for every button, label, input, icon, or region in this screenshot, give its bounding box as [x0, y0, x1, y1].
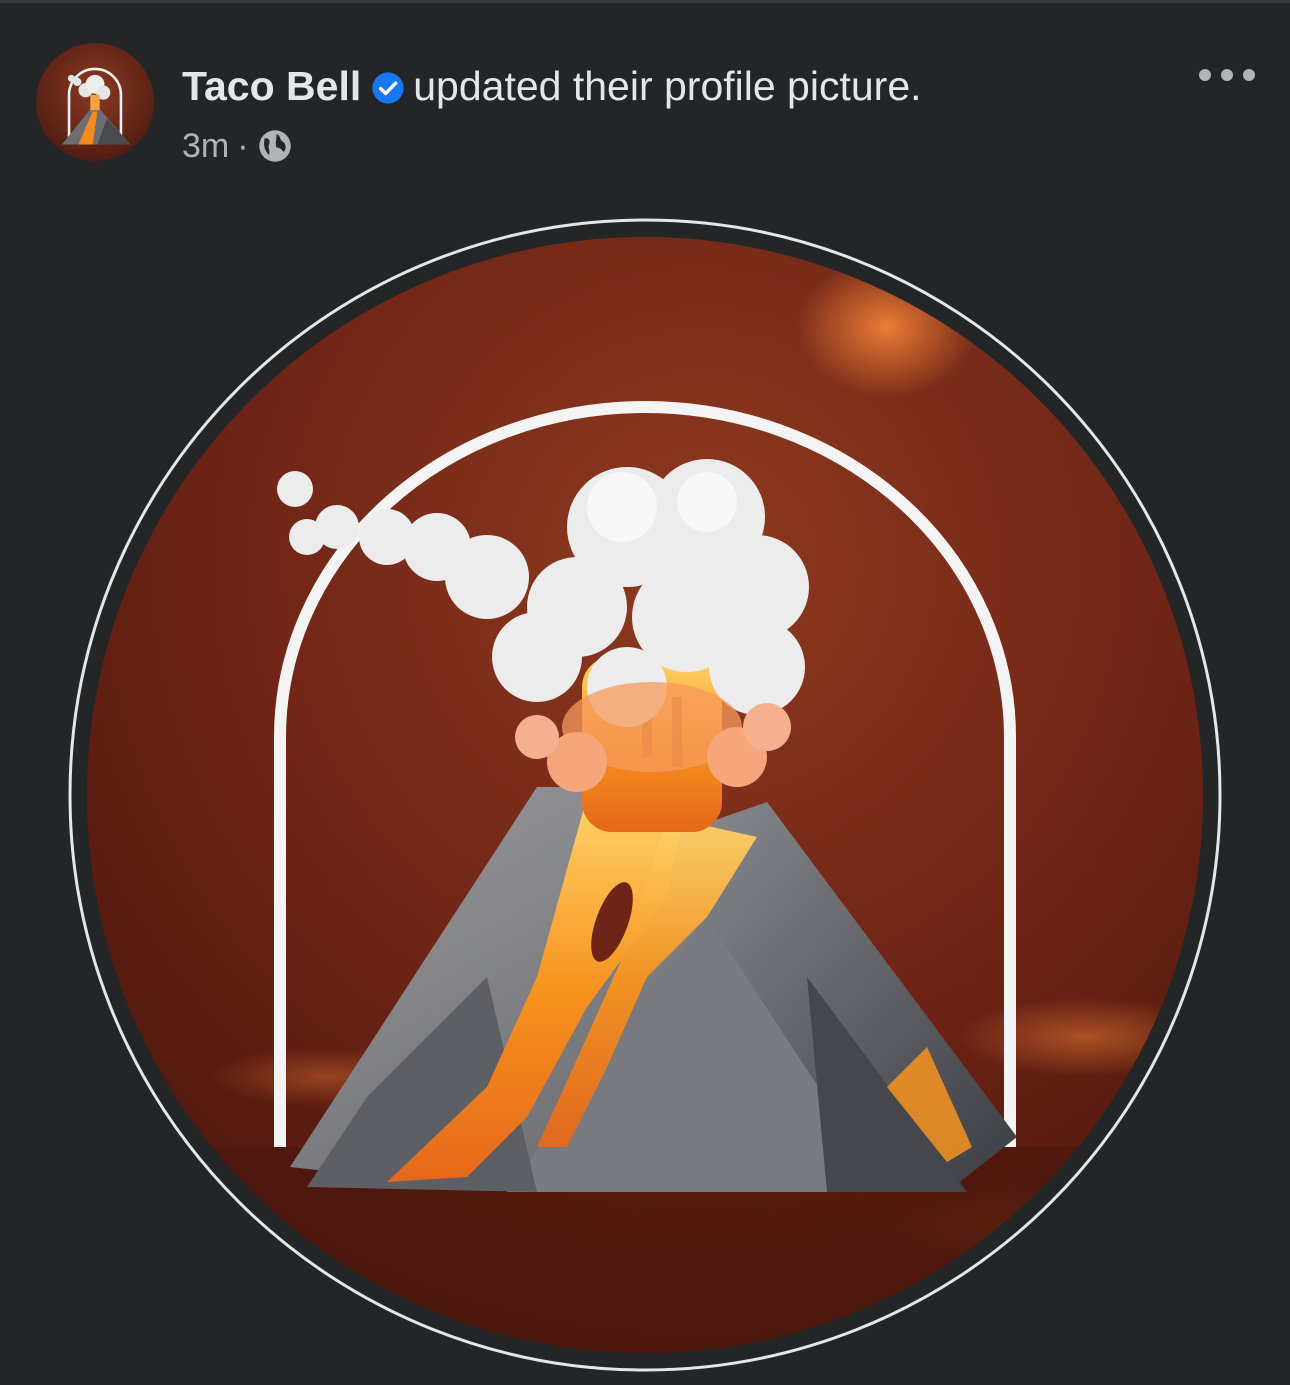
volcano-icon	[36, 43, 154, 161]
more-options-button[interactable]	[1194, 61, 1260, 89]
post-header: Taco Bell updated their profile picture. …	[36, 43, 1260, 173]
post-headline: Taco Bell updated their profile picture.	[182, 57, 922, 120]
post-card: Taco Bell updated their profile picture. …	[0, 0, 1290, 1385]
post-timestamp[interactable]: 3m	[182, 127, 229, 165]
page-avatar[interactable]	[36, 43, 154, 161]
page-name-link[interactable]: Taco Bell	[182, 63, 361, 109]
post-action-text: updated their profile picture.	[413, 63, 922, 109]
post-subline: 3m ·	[182, 124, 922, 175]
post-meta: Taco Bell updated their profile picture. …	[182, 57, 922, 175]
verified-badge-icon	[371, 62, 405, 120]
volcano-icon	[68, 218, 1222, 1372]
globe-icon[interactable]	[257, 128, 293, 175]
separator-dot: ·	[237, 127, 249, 165]
profile-picture-image[interactable]	[67, 217, 1223, 1373]
more-horizontal-icon	[1199, 69, 1255, 81]
